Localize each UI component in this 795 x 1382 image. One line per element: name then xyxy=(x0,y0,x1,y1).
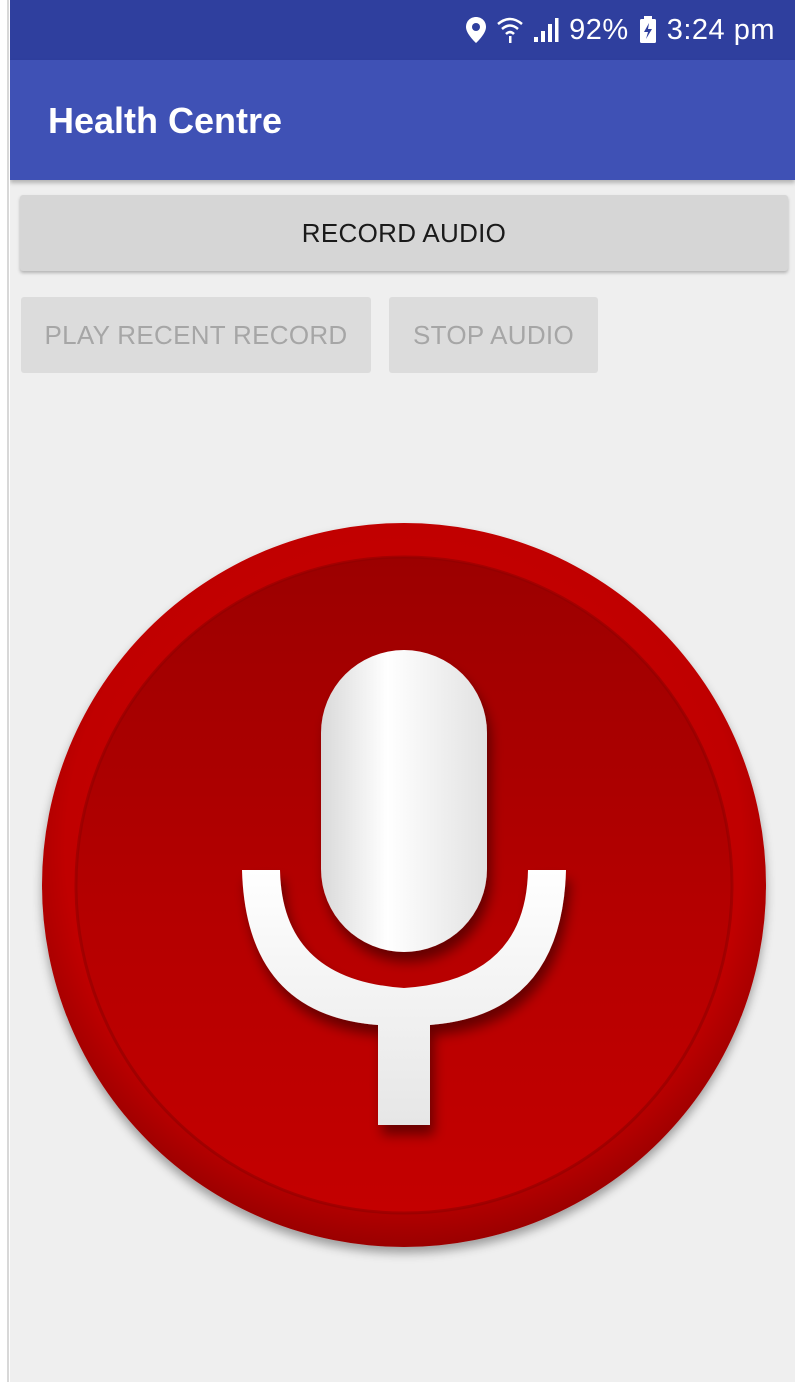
battery-icon xyxy=(639,16,657,44)
screen-edge xyxy=(0,0,10,1382)
status-bar: 92% 3:24 pm xyxy=(10,0,795,60)
stop-audio-button[interactable]: STOP AUDIO xyxy=(389,297,598,373)
record-audio-button[interactable]: RECORD AUDIO xyxy=(20,195,788,271)
status-time: 3:24 pm xyxy=(666,13,775,46)
battery-percent: 92% xyxy=(569,13,629,46)
app-bar: Health Centre xyxy=(10,60,795,180)
microphone-icon[interactable] xyxy=(32,520,776,1264)
wifi-icon xyxy=(497,16,523,44)
location-icon xyxy=(465,16,487,44)
app-title: Health Centre xyxy=(48,100,283,141)
app-screen: 92% 3:24 pm Health Centre RECORD AUDIO P… xyxy=(10,0,795,1382)
signal-icon xyxy=(533,17,559,43)
play-recent-record-button[interactable]: PLAY RECENT RECORD xyxy=(21,297,371,373)
